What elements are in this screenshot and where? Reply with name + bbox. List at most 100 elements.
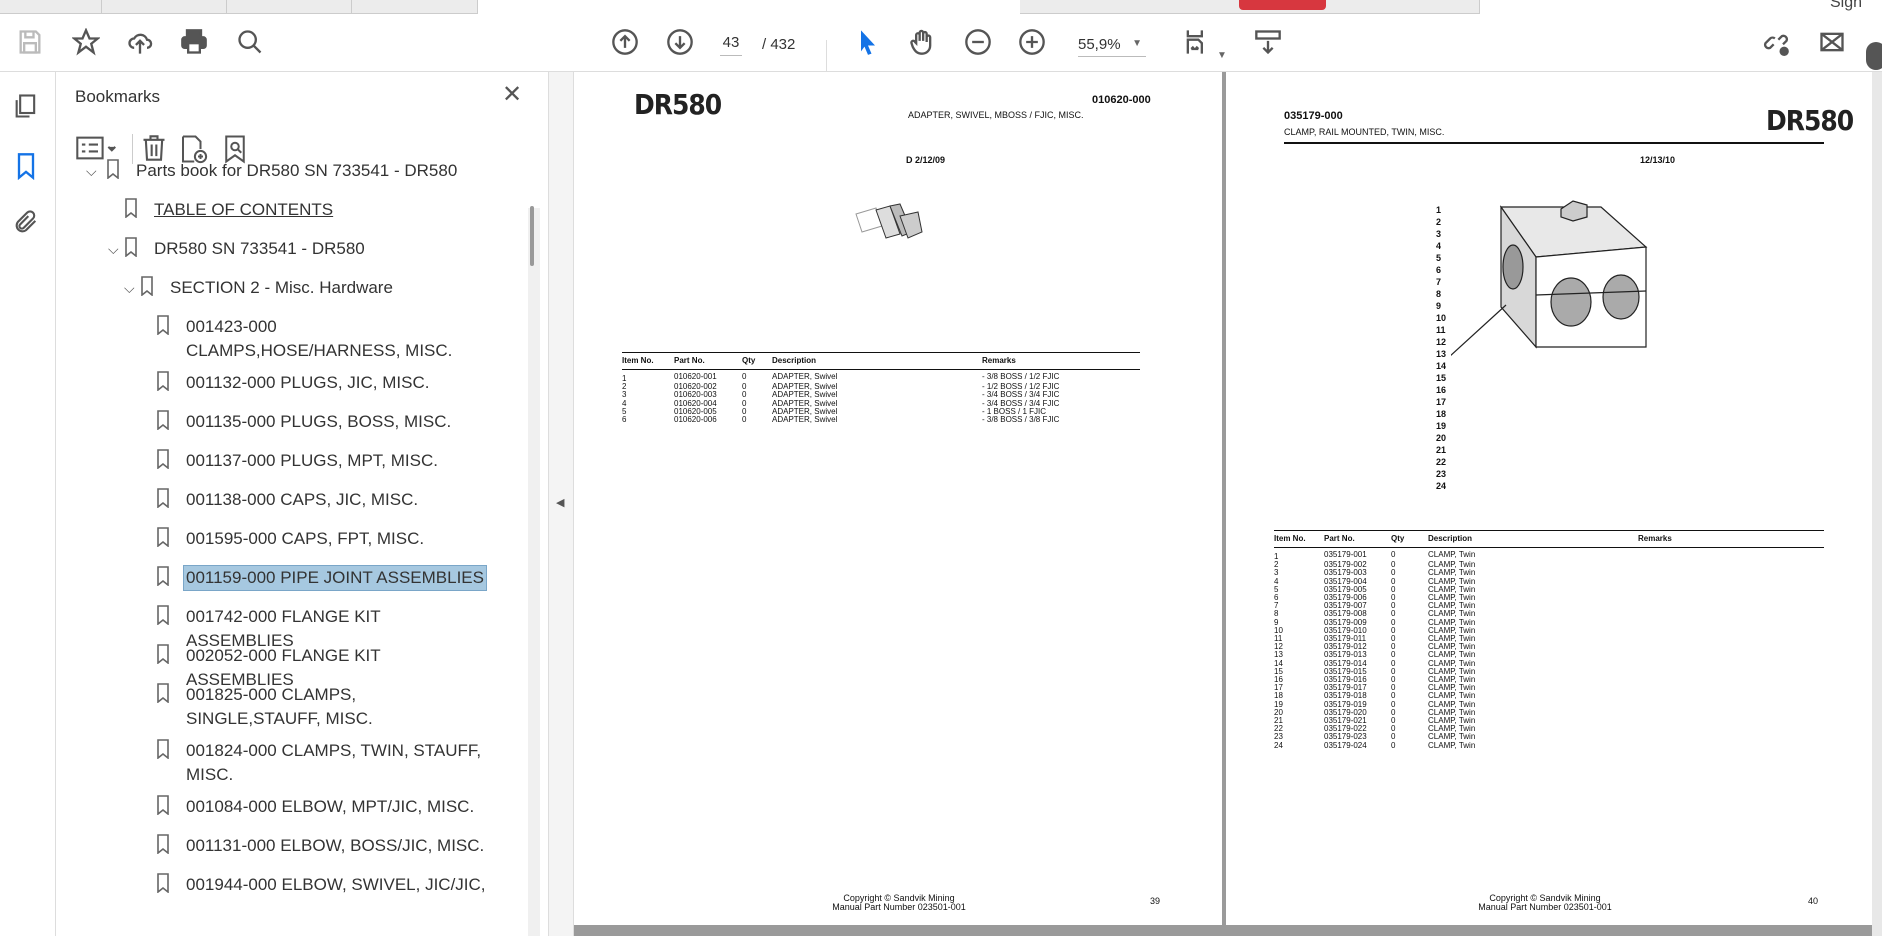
fit-page-icon[interactable] [1180, 26, 1212, 58]
bookmark-item[interactable]: 001825-000 CLAMPS, SINGLE,STAUFF, MISC. [156, 683, 486, 731]
tab[interactable] [227, 0, 352, 14]
callout-number: 22 [1436, 457, 1447, 467]
callout-number: 12 [1436, 337, 1447, 347]
tab[interactable] [0, 0, 102, 14]
adapter-illustration [855, 203, 923, 239]
zoom-in-icon[interactable] [1016, 26, 1048, 58]
sign-in-link[interactable]: Sign [1830, 0, 1862, 12]
bookmark-item[interactable]: 001132-000 PLUGS, JIC, MISC. [156, 371, 486, 395]
bookmark-label: 001135-000 PLUGS, BOSS, MISC. [186, 412, 452, 431]
table-cell: 0 [1391, 549, 1396, 559]
part-number: 010620-000 [1092, 94, 1151, 106]
viewer-scrollbar[interactable] [1872, 72, 1882, 936]
chevron-down-icon[interactable]: ▼ [1217, 50, 1227, 61]
page-number-input[interactable]: 43 [720, 34, 742, 56]
bookmark-label: 001131-000 ELBOW, BOSS/JIC, MISC. [186, 836, 485, 855]
callout-number: 17 [1436, 397, 1447, 407]
search-icon[interactable] [234, 26, 266, 58]
parts-table-right: Item No. Part No. Qty Description Remark… [1274, 530, 1824, 750]
table-cell: 1 [1274, 552, 1279, 561]
part-title: ADAPTER, SWIVEL, MBOSS / FJIC, MISC. [908, 110, 1084, 120]
upload-cloud-icon[interactable] [124, 26, 156, 58]
col-remarks: Remarks [982, 352, 1140, 370]
bookmark-item[interactable]: 001138-000 CAPS, JIC, MISC. [156, 488, 486, 512]
account-icon[interactable] [1866, 42, 1882, 70]
bookmark-label: 001138-000 CAPS, JIC, MISC. [186, 490, 419, 509]
expand-chevron-icon[interactable]: ⌵ [124, 280, 135, 297]
bookmark-item[interactable]: 001135-000 PLUGS, BOSS, MISC. [156, 410, 486, 434]
select-cursor-icon[interactable] [852, 26, 884, 58]
bookmark-icon [157, 410, 169, 430]
page-footer: Copyright © Sandvik Mining Manual Part Nu… [1470, 894, 1620, 912]
pdf-page-left: DR580 010620-000 ADAPTER, SWIVEL, MBOSS … [574, 72, 1222, 925]
page-down-icon[interactable] [664, 26, 696, 58]
email-icon[interactable] [1816, 26, 1848, 58]
callout-number: 19 [1436, 421, 1447, 431]
zoom-level-select[interactable]: 55,9% ▼ [1078, 36, 1146, 57]
hand-icon[interactable] [906, 26, 938, 58]
table-cell: 0 [1391, 601, 1396, 611]
expand-chevron-icon[interactable]: ⌵ [86, 163, 97, 180]
bookmark-item[interactable]: SECTION 2 - Misc. Hardware [140, 276, 486, 300]
page-thumbnails-icon[interactable] [12, 92, 40, 120]
bookmark-item[interactable]: 001084-000 ELBOW, MPT/JIC, MISC. [156, 795, 486, 819]
bookmark-label: 001825-000 CLAMPS, SINGLE,STAUFF, MISC. [186, 685, 373, 728]
bookmark-item[interactable]: Parts book for DR580 SN 733541 - DR580 [106, 159, 486, 183]
scroll-mode-icon[interactable] [1252, 26, 1284, 58]
attachments-icon[interactable] [12, 208, 40, 236]
bookmark-label: TABLE OF CONTENTS [154, 200, 334, 219]
tab[interactable] [102, 0, 227, 14]
header-rule [1284, 142, 1824, 144]
bookmark-item[interactable]: TABLE OF CONTENTS [124, 198, 486, 222]
scrollbar-track[interactable] [528, 208, 540, 936]
red-action-button[interactable] [1239, 0, 1326, 10]
table-cell: 0 [1391, 732, 1396, 742]
bookmark-icon [141, 276, 153, 296]
table-cell: 0 [1391, 740, 1396, 750]
zoom-out-icon[interactable] [962, 26, 994, 58]
collapse-arrow-icon[interactable]: ◀ [556, 496, 564, 509]
bookmark-item[interactable]: 001595-000 CAPS, FPT, MISC. [156, 527, 486, 551]
bookmark-item[interactable]: DR580 SN 733541 - DR580 [124, 237, 486, 261]
table-cell: 4 [622, 398, 627, 408]
bookmark-star-icon[interactable] [70, 26, 102, 58]
table-cell: 24 [1274, 740, 1283, 750]
close-icon[interactable]: ✕ [502, 80, 522, 109]
share-link-icon[interactable] [1760, 26, 1792, 58]
expand-chevron-icon[interactable]: ⌵ [108, 241, 119, 258]
scrollbar-thumb[interactable] [530, 206, 534, 266]
table-cell: 0 [1391, 609, 1396, 619]
table-cell: 0 [742, 415, 747, 425]
table-cell: - 3/8 BOSS / 1/2 FJIC [982, 371, 1060, 381]
bookmark-item[interactable]: 001944-000 ELBOW, SWIVEL, JIC/JIC, [156, 873, 486, 897]
bookmark-options-icon[interactable] [75, 134, 121, 162]
panel-collapse-strip[interactable]: ◀ [548, 72, 574, 936]
tab[interactable] [352, 0, 478, 14]
table-cell: 0 [1391, 724, 1396, 734]
table-cell: ADAPTER, Swivel [772, 415, 838, 425]
bookmark-item[interactable]: 001131-000 ELBOW, BOSS/JIC, MISC. [156, 834, 486, 858]
bookmark-icon [125, 198, 137, 218]
table-cell [1638, 742, 1824, 750]
page-up-icon[interactable] [609, 26, 641, 58]
save-icon[interactable] [14, 26, 46, 58]
table-cell [1638, 578, 1824, 586]
bookmark-item[interactable]: 001423-000 CLAMPS,HOSE/HARNESS, MISC. [156, 315, 486, 363]
parts-table-left: Item No. Part No. Qty Description Remark… [622, 352, 1140, 424]
table-cell: 0 [1391, 658, 1396, 668]
bookmark-item[interactable]: 001137-000 PLUGS, MPT, MISC. [156, 449, 486, 473]
table-cell: 1 [622, 374, 627, 383]
table-cell [1638, 709, 1824, 717]
bookmarks-icon[interactable] [12, 152, 40, 181]
table-cell: 0 [1391, 617, 1396, 627]
table-cell: 035179-001 [1324, 549, 1367, 559]
callout-number: 13 [1436, 349, 1447, 359]
print-icon[interactable] [178, 26, 210, 58]
bookmark-item[interactable]: 001824-000 CLAMPS, TWIN, STAUFF, MISC. [156, 739, 486, 787]
page-footer: Copyright © Sandvik Mining Manual Part Nu… [824, 894, 974, 912]
bookmark-icon [157, 644, 169, 664]
table-cell [1638, 586, 1824, 594]
bookmark-item[interactable]: 001159-000 PIPE JOINT ASSEMBLIES [156, 565, 487, 591]
table-cell [1638, 610, 1824, 618]
table-cell: 6 [1274, 593, 1279, 603]
